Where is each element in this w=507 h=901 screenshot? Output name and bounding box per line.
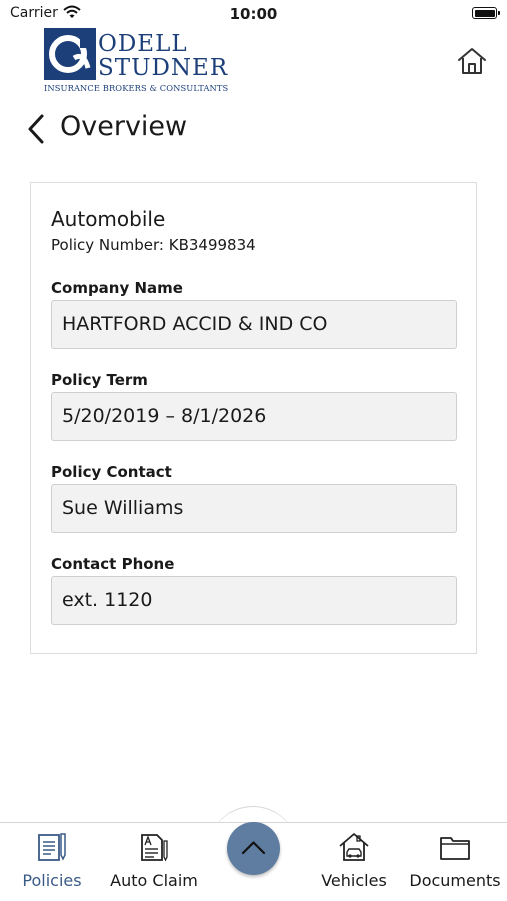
policy-contact-field: Sue Williams <box>51 484 457 533</box>
vehicles-icon <box>339 833 369 861</box>
tab-auto-claim[interactable]: Auto Claim <box>108 823 200 901</box>
page-title: Overview <box>60 111 188 142</box>
back-chevron-icon[interactable] <box>24 112 54 146</box>
policy-term-field: 5/20/2019 – 8/1/2026 <box>51 392 457 441</box>
chevron-up-icon <box>241 841 266 855</box>
tab-documents-label: Documents <box>409 871 501 890</box>
contact-phone-label: Contact Phone <box>51 555 175 573</box>
policy-contact-label: Policy Contact <box>51 463 172 481</box>
tab-policies-label: Policies <box>22 871 82 890</box>
logo-mark <box>44 28 96 80</box>
tab-auto-claim-label: Auto Claim <box>110 871 198 890</box>
tab-vehicles[interactable]: Vehicles <box>316 823 392 901</box>
home-icon[interactable] <box>456 45 488 77</box>
auto-claim-icon <box>141 834 168 862</box>
policy-type: Automobile <box>51 207 166 231</box>
policy-card: Automobile Policy Number: KB3499834 Comp… <box>30 182 477 654</box>
tab-documents[interactable]: Documents <box>406 823 504 901</box>
policies-icon <box>38 833 66 861</box>
company-logo: ODELL STUDNER INSURANCE BROKERS & CONSUL… <box>44 28 234 94</box>
policy-number-label: Policy Number: <box>51 236 164 254</box>
company-name-field: HARTFORD ACCID & IND CO <box>51 300 457 349</box>
logo-line2: STUDNER <box>98 55 229 81</box>
clock: 10:00 <box>229 5 278 23</box>
tab-policies[interactable]: Policies <box>10 823 94 901</box>
status-bar: Carrier 10:00 <box>0 0 507 28</box>
documents-icon <box>440 837 470 860</box>
policy-number-value: KB3499834 <box>168 236 256 254</box>
company-name-label: Company Name <box>51 279 183 297</box>
logo-line1: ODELL <box>98 31 188 57</box>
battery-icon <box>472 7 500 19</box>
logo-tagline: INSURANCE BROKERS & CONSULTANTS <box>44 83 229 93</box>
tab-vehicles-label: Vehicles <box>321 871 387 890</box>
expand-menu-button[interactable] <box>227 822 280 875</box>
policy-term-label: Policy Term <box>51 371 148 389</box>
contact-phone-field[interactable]: ext. 1120 <box>51 576 457 625</box>
policy-number: Policy Number: KB3499834 <box>51 236 256 254</box>
